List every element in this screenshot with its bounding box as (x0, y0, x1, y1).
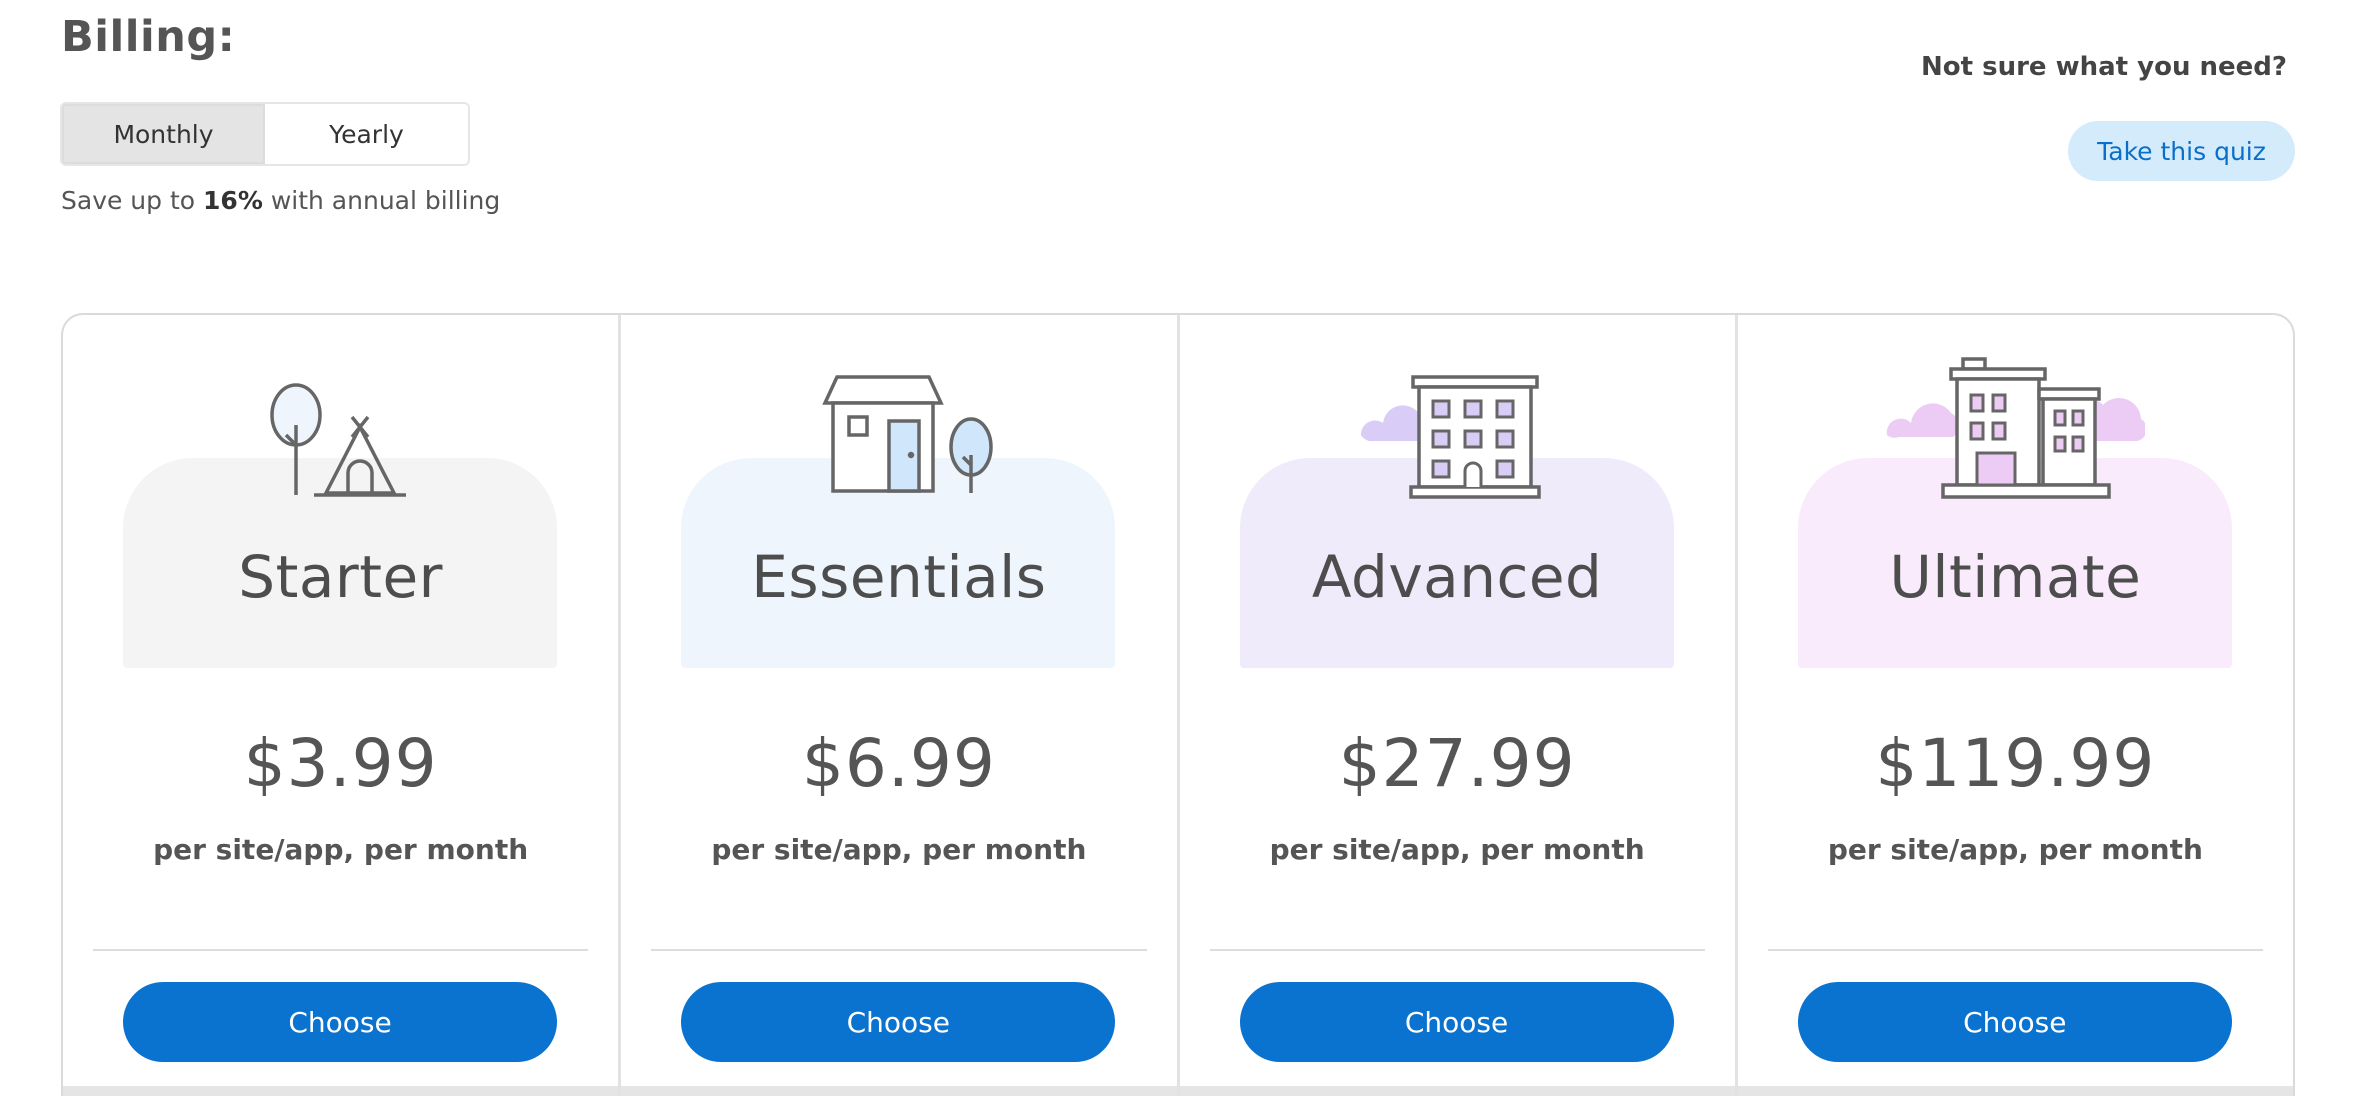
camping-tent-tree-icon (63, 355, 618, 505)
plan-period: per site/app, per month (1827, 833, 2203, 866)
plan-period: per site/app, per month (711, 833, 1087, 866)
plan-period: per site/app, per month (153, 833, 529, 866)
plan-period: per site/app, per month (1269, 833, 1645, 866)
office-building-icon (1180, 355, 1735, 505)
divider (93, 949, 589, 951)
plan-cards: Starter $3.99 per site/app, per month Ch… (61, 313, 2295, 1096)
plan-card-starter: Starter $3.99 per site/app, per month Ch… (63, 315, 622, 1096)
yearly-toggle-button[interactable]: Yearly (265, 104, 468, 164)
card-footer-strip (1179, 1086, 1735, 1096)
card-footer-strip (1737, 1086, 2293, 1096)
save-suffix: with annual billing (262, 186, 501, 215)
monthly-toggle-button[interactable]: Monthly (62, 104, 265, 164)
plan-price: $119.99 (1875, 725, 2156, 802)
divider (1767, 949, 2263, 951)
take-quiz-button[interactable]: Take this quiz (2068, 121, 2295, 181)
plan-card-advanced: Advanced $27.99 per site/app, per month … (1179, 315, 1738, 1096)
divider (1209, 949, 1705, 951)
save-amount: 16% (203, 186, 263, 215)
house-tree-icon (621, 355, 1176, 505)
plan-price: $3.99 (243, 725, 438, 802)
plan-card-ultimate: Ultimate $119.99 per site/app, per month… (1737, 315, 2293, 1096)
choose-ultimate-button[interactable]: Choose (1797, 982, 2232, 1062)
card-footer-strip (621, 1086, 1177, 1096)
save-prefix: Save up to (61, 186, 204, 215)
choose-essentials-button[interactable]: Choose (681, 982, 1116, 1062)
plan-name: Starter (238, 543, 443, 611)
card-footer-strip (63, 1086, 619, 1096)
plan-name: Ultimate (1889, 543, 2142, 611)
plan-name: Essentials (751, 543, 1047, 611)
plan-name: Advanced (1311, 543, 1603, 611)
plan-price: $27.99 (1338, 725, 1576, 802)
billing-toggle: Monthly Yearly (60, 102, 470, 166)
choose-advanced-button[interactable]: Choose (1239, 982, 1674, 1062)
choose-starter-button[interactable]: Choose (123, 982, 557, 1062)
billing-title: Billing: (61, 12, 236, 62)
plan-price: $6.99 (801, 725, 996, 802)
quiz-prompt: Not sure what you need? (1921, 52, 2287, 82)
city-buildings-icon (1738, 355, 2293, 505)
plan-card-essentials: Essentials $6.99 per site/app, per month… (621, 315, 1180, 1096)
annual-savings-note: Save up to 16% with annual billing (61, 186, 500, 215)
divider (651, 949, 1147, 951)
